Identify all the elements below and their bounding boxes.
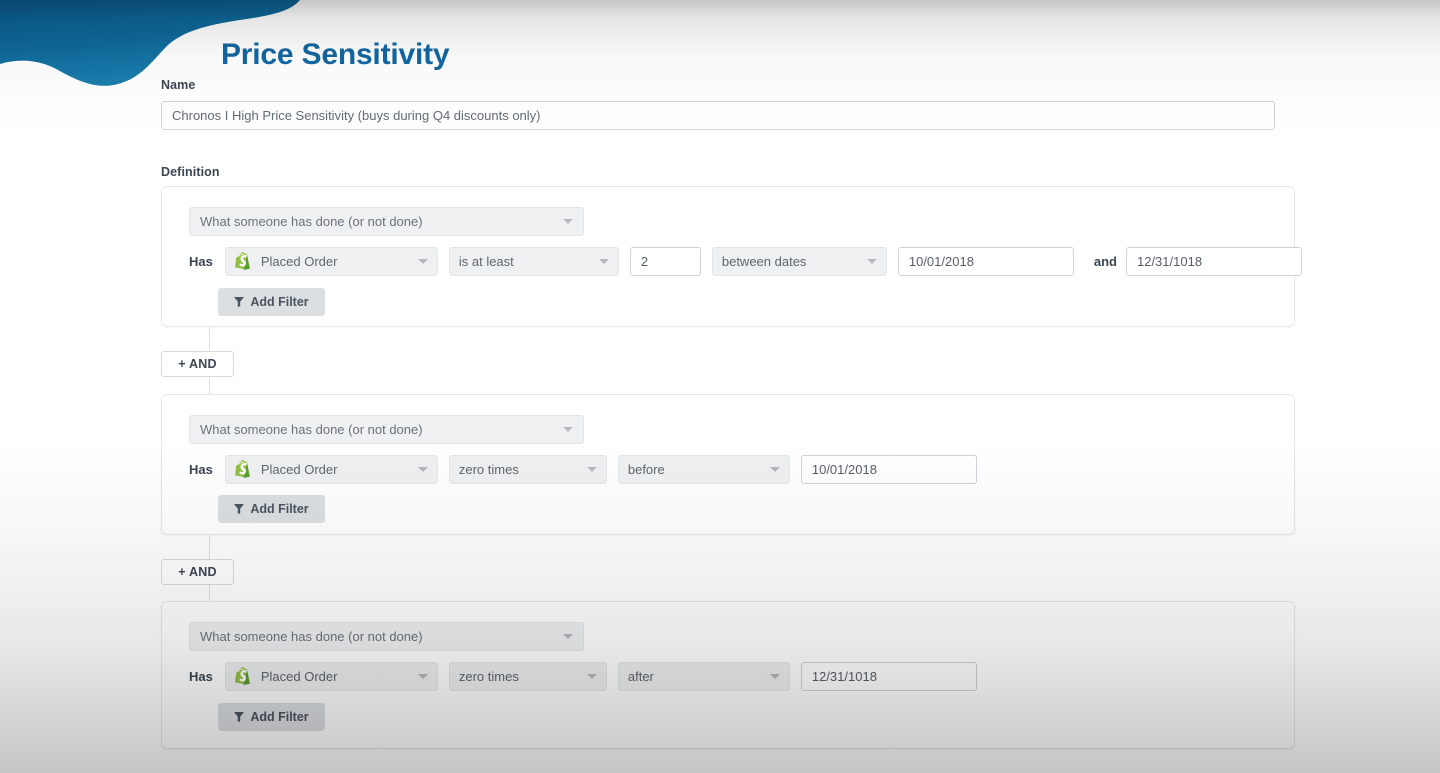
chevron-down-icon — [769, 674, 780, 679]
chevron-down-icon — [769, 467, 780, 472]
chevron-down-icon — [563, 634, 573, 639]
timeframe-label-3: after — [627, 669, 654, 684]
condition-type-select-3[interactable]: What someone has done (or not done) — [189, 622, 584, 651]
timeframe-label-1: between dates — [721, 254, 807, 269]
condition-row-1: Has Placed Order is at least 2 between d… — [189, 247, 1313, 276]
funnel-icon — [234, 297, 245, 307]
date-to-input-1[interactable]: 12/31/1018 — [1125, 247, 1302, 276]
shopify-icon — [234, 667, 250, 685]
chevron-down-icon — [563, 427, 573, 432]
date-from-input-3[interactable]: 12/31/1018 — [800, 662, 977, 691]
add-and-button-2[interactable]: + AND — [161, 559, 234, 585]
chevron-down-icon — [417, 674, 428, 679]
condition-card-1: What someone has done (or not done) Has … — [161, 186, 1302, 327]
add-filter-label-3: Add Filter — [250, 710, 309, 724]
name-label: Name — [161, 78, 196, 92]
segment-name-input[interactable] — [161, 101, 1275, 130]
shopify-icon — [234, 252, 250, 270]
count-input-1[interactable]: 2 — [629, 247, 701, 276]
add-and-button-1[interactable]: + AND — [161, 351, 234, 377]
timeframe-select-1[interactable]: between dates — [711, 247, 887, 276]
chevron-down-icon — [563, 219, 573, 224]
condition-type-select-1[interactable]: What someone has done (or not done) — [189, 207, 584, 236]
event-select-2[interactable]: Placed Order — [224, 455, 438, 484]
condition-row-2: Has Placed Order zero times before 10/01… — [189, 455, 988, 484]
add-filter-button-2[interactable]: Add Filter — [218, 495, 325, 523]
condition-card-3: What someone has done (or not done) Has … — [161, 601, 1295, 749]
add-filter-label-1: Add Filter — [250, 295, 309, 309]
chevron-down-icon — [586, 467, 597, 472]
operator-select-1[interactable]: is at least — [448, 247, 619, 276]
shopify-icon — [234, 460, 250, 478]
condition-type-label-2: What someone has done (or not done) — [200, 422, 423, 437]
add-filter-label-2: Add Filter — [250, 502, 309, 516]
chevron-down-icon — [586, 674, 597, 679]
event-label-1: Placed Order — [260, 254, 338, 269]
add-filter-button-3[interactable]: Add Filter — [218, 703, 325, 731]
page-title: Price Sensitivity — [221, 38, 450, 72]
has-label-2: Has — [189, 462, 213, 477]
date-to-value-1: 12/31/1018 — [1136, 254, 1203, 269]
date-from-value-3: 12/31/1018 — [811, 669, 877, 684]
chevron-down-icon — [598, 259, 609, 264]
timeframe-select-3[interactable]: after — [617, 662, 790, 691]
funnel-icon — [234, 712, 245, 722]
definition-label: Definition — [161, 165, 220, 179]
date-conjunction-1: and — [1093, 254, 1117, 269]
page-root: Price Sensitivity Name Definition What s… — [0, 0, 1440, 773]
has-label-3: Has — [189, 669, 213, 684]
event-label-3: Placed Order — [260, 669, 338, 684]
event-select-3[interactable]: Placed Order — [224, 662, 438, 691]
date-from-value-1: 10/01/2018 — [908, 254, 974, 269]
event-label-2: Placed Order — [260, 462, 338, 477]
add-filter-button-1[interactable]: Add Filter — [218, 288, 325, 316]
condition-type-select-2[interactable]: What someone has done (or not done) — [189, 415, 584, 444]
operator-select-2[interactable]: zero times — [448, 455, 607, 484]
chevron-down-icon — [417, 467, 428, 472]
operator-label-2: zero times — [458, 462, 519, 477]
condition-row-3: Has Placed Order zero times after 12/31/… — [189, 662, 988, 691]
chevron-down-icon — [866, 259, 877, 264]
date-from-value-2: 10/01/2018 — [811, 462, 877, 477]
timeframe-select-2[interactable]: before — [617, 455, 790, 484]
has-label-1: Has — [189, 254, 213, 269]
condition-type-label-1: What someone has done (or not done) — [200, 214, 423, 229]
timeframe-label-2: before — [627, 462, 665, 477]
operator-label-1: is at least — [458, 254, 514, 269]
event-select-1[interactable]: Placed Order — [224, 247, 438, 276]
count-value-1: 2 — [640, 254, 649, 269]
operator-label-3: zero times — [458, 669, 519, 684]
date-from-input-1[interactable]: 10/01/2018 — [897, 247, 1074, 276]
condition-type-label-3: What someone has done (or not done) — [200, 629, 423, 644]
chevron-down-icon — [417, 259, 428, 264]
operator-select-3[interactable]: zero times — [448, 662, 607, 691]
date-from-input-2[interactable]: 10/01/2018 — [800, 455, 977, 484]
condition-card-2: What someone has done (or not done) Has … — [161, 394, 1295, 535]
funnel-icon — [234, 504, 245, 514]
